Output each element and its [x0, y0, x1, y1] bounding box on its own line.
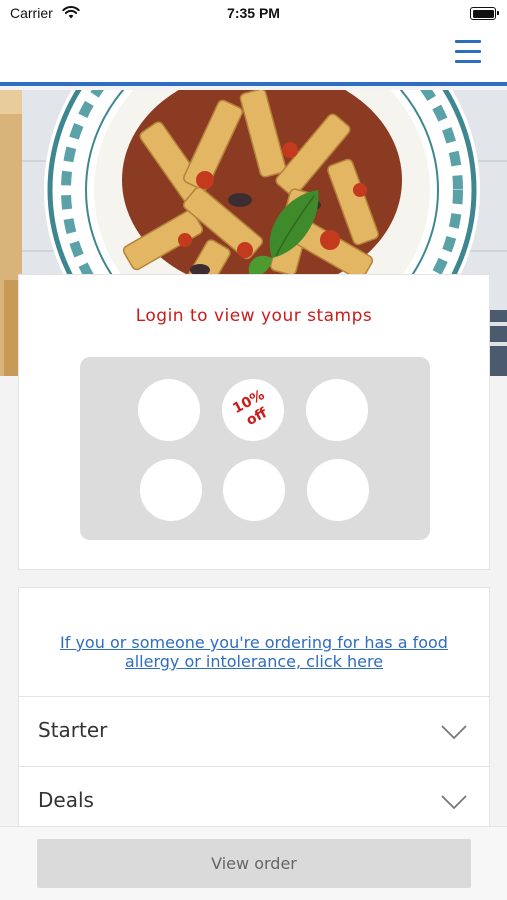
battery-icon — [470, 7, 499, 20]
stamp-slot — [138, 379, 200, 441]
menu-card: If you or someone you're ordering for ha… — [18, 587, 490, 847]
bottom-bar: View order — [0, 826, 507, 900]
category-label: Starter — [38, 718, 108, 742]
reward-stamp: 10% off — [222, 379, 284, 441]
category-row-starter[interactable]: Starter — [19, 696, 489, 766]
hamburger-menu-icon[interactable] — [455, 40, 483, 66]
category-label: Deals — [38, 788, 94, 812]
stamp-slot — [140, 459, 202, 521]
stamp-slot — [307, 459, 369, 521]
stamp-panel: 10% off — [80, 357, 430, 540]
loyalty-stamp-card: Login to view your stamps 10% off — [18, 274, 490, 570]
stamp-slot — [223, 459, 285, 521]
chevron-down-icon — [441, 725, 467, 739]
chevron-down-icon — [441, 795, 467, 809]
view-order-button[interactable]: View order — [37, 839, 471, 888]
nav-bar — [0, 28, 507, 86]
allergy-info-link[interactable]: If you or someone you're ordering for ha… — [39, 633, 469, 671]
stamp-slot — [306, 379, 368, 441]
status-bar: Carrier 7:35 PM — [0, 0, 507, 28]
login-to-view-stamps-link[interactable]: Login to view your stamps — [19, 306, 489, 326]
status-time: 7:35 PM — [227, 5, 280, 21]
